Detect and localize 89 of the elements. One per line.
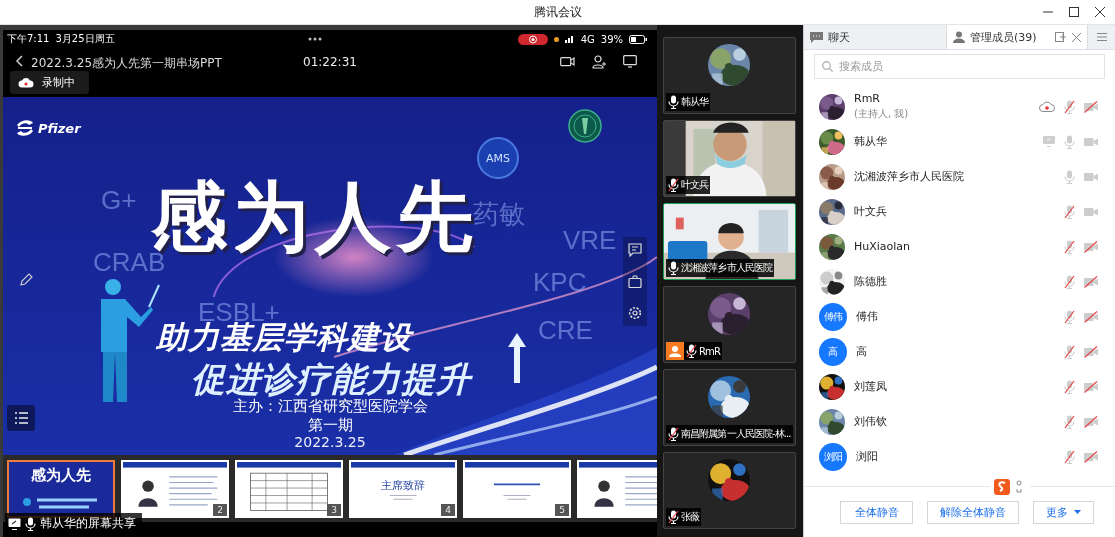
member-name: 陈德胜 — [854, 274, 887, 289]
network-type: 4G — [580, 33, 595, 45]
recording-label: 录制中 — [42, 75, 75, 90]
participant-name: 南昌附属第一人民医院-林... — [681, 427, 791, 441]
video-tile[interactable]: RmR — [663, 286, 796, 363]
emblem-icon — [568, 109, 602, 143]
elapsed-time: 01:22:31 — [303, 55, 357, 69]
background-word: CRE — [538, 315, 593, 346]
status-dot-icon — [553, 36, 559, 42]
participant-name: 沈湘波萍乡市人民医院 — [681, 261, 772, 275]
comment-icon[interactable] — [628, 243, 642, 257]
member-name: 叶文兵 — [854, 204, 887, 219]
cloud-icon — [18, 77, 34, 88]
battery-icon — [629, 34, 647, 44]
slide-date: 2022.3.25 — [294, 434, 366, 450]
unmute-all-button[interactable]: 解除全体静音 — [927, 500, 1019, 524]
slide-number: 3 — [327, 504, 341, 516]
member-note: (主持人, 我) — [854, 107, 909, 121]
slide-thumbnail[interactable]: 主席致辞 4 — [349, 460, 457, 518]
slide-tagline: 促进诊疗能力提升 — [191, 358, 471, 399]
camera-switch-icon[interactable] — [560, 55, 575, 67]
slide-thumbnail[interactable]: 5 — [463, 460, 571, 518]
participant-name: 韩从华 — [681, 95, 709, 109]
more-button[interactable]: 更多 — [1033, 500, 1094, 524]
avatar: 高 — [819, 337, 847, 366]
slide-thumbnail[interactable]: 2 — [121, 460, 229, 518]
slide-number: 4 — [441, 504, 455, 516]
up-arrow-icon — [508, 333, 526, 383]
slide-number: 2 — [213, 504, 227, 516]
video-tile[interactable]: 韩从华 — [663, 37, 796, 114]
share-owner-text: 韩从华的屏幕共享 — [40, 515, 136, 532]
slide-thumbnail[interactable]: 3 — [235, 460, 343, 518]
close-icon[interactable] — [1095, 7, 1105, 17]
search-icon — [822, 61, 833, 72]
member-name: 浏阳 — [856, 449, 878, 464]
participant-name: 张薇 — [681, 510, 700, 524]
microphone-icon — [25, 516, 36, 531]
presentation-title: 2022.3.25感为人先第一期串场PPT — [31, 55, 222, 72]
slide-issue: 第一期 — [307, 416, 353, 435]
member-name: 刘伟钦 — [854, 414, 887, 429]
background-word: KPC — [533, 267, 587, 298]
member-name: 高 — [856, 344, 867, 359]
back-icon[interactable] — [15, 55, 23, 67]
video-tile[interactable]: 叶文兵 — [663, 120, 796, 197]
logo-icon — [15, 119, 35, 137]
chat-icon — [810, 31, 823, 43]
screen-icon[interactable] — [623, 55, 637, 68]
settings-icon[interactable] — [628, 306, 642, 320]
list-icon[interactable] — [7, 405, 35, 431]
status-time: 下午7:11 — [7, 32, 50, 46]
mute-all-button[interactable]: 全体静音 — [840, 500, 913, 524]
member-name: RmR — [854, 92, 881, 105]
logo-text: Pfizer — [38, 120, 81, 136]
screen-record-icon — [517, 33, 548, 45]
slide-organizer: 主办：江西省研究型医院学会 — [232, 397, 428, 416]
member-name: 韩从华 — [854, 134, 887, 149]
signal-icon — [564, 35, 575, 43]
thumbnail-heading: 感为人先 — [31, 466, 91, 485]
background-word: G+ — [101, 185, 137, 216]
avatar: 傅伟 — [819, 302, 847, 331]
participant-name: 叶文兵 — [681, 178, 709, 192]
background-word: VRE — [563, 225, 617, 256]
status-date: 3月25日周五 — [55, 32, 115, 46]
battery-percent: 39% — [600, 33, 623, 45]
video-tile[interactable]: 沈湘波萍乡市人民医院 — [663, 203, 796, 280]
screen-share-icon — [8, 517, 21, 530]
pop-out-icon[interactable] — [1055, 31, 1066, 43]
panel-tab[interactable]: 管理成员(39) — [946, 25, 1088, 49]
add-person-icon[interactable] — [592, 55, 606, 69]
participant-name: RmR — [699, 345, 720, 357]
more-icon[interactable] — [307, 37, 322, 41]
avatar: 浏阳 — [819, 442, 847, 471]
person-icon — [953, 31, 965, 43]
slide-number: 5 — [555, 504, 569, 516]
window-title: 腾讯会议 — [533, 3, 582, 21]
menu-icon — [1096, 33, 1107, 41]
pen-icon[interactable] — [19, 273, 33, 287]
thumbnail-heading: 主席致辞 — [381, 478, 425, 493]
search-field[interactable]: 搜索成员 — [814, 54, 1105, 79]
caret-icon — [1074, 510, 1081, 514]
member-name: HuXiaolan — [854, 240, 911, 253]
bag-icon[interactable] — [628, 275, 642, 288]
background-word: 药敏 — [473, 198, 525, 231]
maximize-icon[interactable] — [1069, 7, 1079, 17]
member-name: 傅伟 — [856, 309, 878, 324]
member-name: 沈湘波萍乡市人民医院 — [854, 169, 964, 184]
video-tile[interactable]: 南昌附属第一人民医院-林... — [663, 369, 796, 446]
video-tile[interactable]: 张薇 — [663, 452, 796, 529]
member-name: 刘莲凤 — [854, 379, 887, 394]
